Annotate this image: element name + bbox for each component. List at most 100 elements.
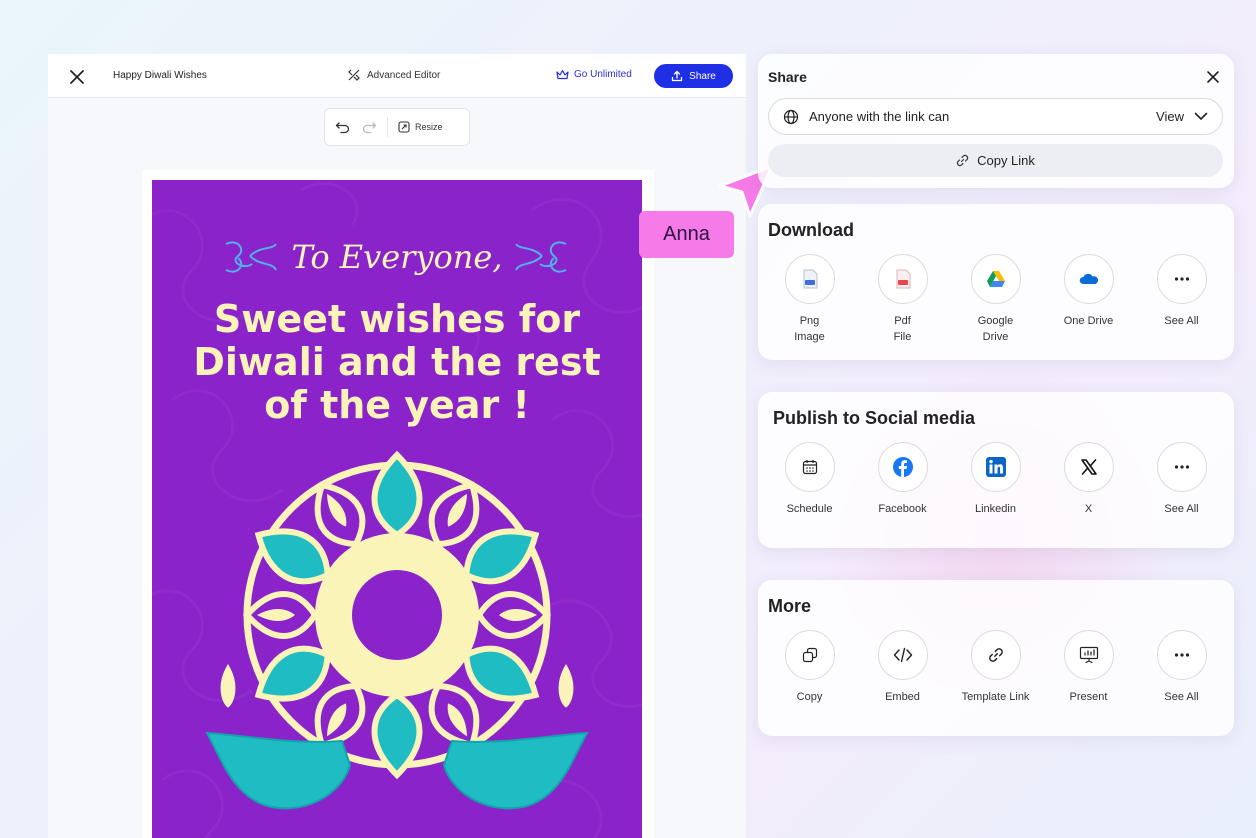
share-button-label: Share xyxy=(689,70,716,82)
social-option-label: Facebook xyxy=(878,503,927,515)
onedrive-icon xyxy=(1079,273,1098,284)
png-file-icon xyxy=(803,269,817,289)
download-option-label: Google Drive xyxy=(977,315,1014,343)
calendar-icon xyxy=(802,460,817,475)
more-circle xyxy=(1156,442,1207,492)
download-panel: Download Png Image Pdf File Google Drive… xyxy=(758,204,1234,360)
more-option-label: Present xyxy=(1069,691,1108,703)
share-button[interactable]: Share xyxy=(654,64,733,88)
more-title: More xyxy=(768,596,812,616)
social-see-all-option[interactable]: See All xyxy=(1135,442,1228,517)
resize-button[interactable]: Resize xyxy=(398,121,443,133)
upload-icon xyxy=(672,70,683,82)
tools-icon xyxy=(348,69,360,81)
social-option-label: Schedule xyxy=(786,503,833,515)
toolbar-divider xyxy=(387,117,388,137)
card-headline: Sweet wishes for Diwali and the rest of … xyxy=(193,297,601,427)
more-icon xyxy=(1174,465,1189,469)
copy-link-label: Copy Link xyxy=(977,153,1035,168)
undo-icon[interactable] xyxy=(335,120,351,134)
canvas-toolbar: Resize xyxy=(324,108,470,146)
chevron-down-icon xyxy=(1194,112,1208,121)
download-google-drive-option[interactable]: Google Drive xyxy=(949,254,1042,345)
more-circle xyxy=(1156,630,1207,680)
facebook-circle xyxy=(877,442,928,492)
download-options: Png Image Pdf File Google Drive One Driv… xyxy=(763,254,1228,345)
more-option-label: Template Link xyxy=(961,691,1030,703)
template-link-circle xyxy=(970,630,1021,680)
embed-circle xyxy=(877,630,928,680)
social-options: Schedule Facebook Linkedin X See All xyxy=(763,442,1228,517)
download-see-all-option[interactable]: See All xyxy=(1135,254,1228,345)
copy-link-button[interactable]: Copy Link xyxy=(768,144,1223,177)
more-option-label: Embed xyxy=(885,691,920,703)
x-icon xyxy=(1080,459,1097,475)
advanced-editor-label: Advanced Editor xyxy=(367,69,441,81)
facebook-option[interactable]: Facebook xyxy=(856,442,949,517)
template-link-option[interactable]: Template Link xyxy=(949,630,1042,705)
advanced-editor-button[interactable]: Advanced Editor xyxy=(347,68,440,82)
more-see-all-option[interactable]: See All xyxy=(1135,630,1228,705)
share-panel: Share Anyone with the link can View Copy… xyxy=(758,54,1234,188)
close-icon[interactable] xyxy=(68,68,86,86)
x-option[interactable]: X xyxy=(1042,442,1135,517)
linkedin-option[interactable]: Linkedin xyxy=(949,442,1042,517)
redo-icon[interactable] xyxy=(361,120,377,134)
download-png-option[interactable]: Png Image xyxy=(763,254,856,345)
linkedin-icon xyxy=(985,457,1006,477)
more-icon xyxy=(1174,653,1189,657)
diwali-card[interactable]: To Everyone, Sweet wishes for Diwali and… xyxy=(152,180,642,838)
globe-icon xyxy=(783,109,799,124)
resize-label: Resize xyxy=(415,122,443,132)
link-access-dropdown[interactable]: Anyone with the link can View xyxy=(768,98,1223,135)
google-drive-icon xyxy=(986,271,1005,287)
go-unlimited-button[interactable]: Go Unlimited xyxy=(556,69,632,80)
crown-icon xyxy=(556,69,569,80)
go-unlimited-label: Go Unlimited xyxy=(574,69,632,80)
copy-circle xyxy=(784,630,835,680)
onedrive-circle xyxy=(1063,254,1114,304)
close-icon[interactable] xyxy=(1206,70,1220,84)
social-option-label: X xyxy=(1084,503,1093,515)
link-icon xyxy=(988,648,1003,662)
link-access-value: View xyxy=(1156,109,1184,124)
embed-option[interactable]: Embed xyxy=(856,630,949,705)
present-option[interactable]: Present xyxy=(1042,630,1135,705)
social-panel: Publish to Social media Schedule Faceboo… xyxy=(758,392,1234,548)
copy-option[interactable]: Copy xyxy=(763,630,856,705)
x-circle xyxy=(1063,442,1114,492)
present-circle xyxy=(1063,630,1114,680)
more-option-label: See All xyxy=(1164,691,1199,703)
download-option-label: Png Image xyxy=(794,315,825,343)
download-option-label: Pdf File xyxy=(893,315,912,343)
more-options: Copy Embed Template Link Present See All xyxy=(763,630,1228,705)
share-panel-title: Share xyxy=(768,69,807,85)
more-panel: More Copy Embed Template Link Present Se… xyxy=(758,580,1234,736)
social-option-label: See All xyxy=(1164,503,1199,515)
copy-icon xyxy=(802,647,817,663)
download-title: Download xyxy=(768,220,854,240)
download-onedrive-option[interactable]: One Drive xyxy=(1042,254,1135,345)
editor-topbar: Happy Diwali Wishes Advanced Editor Go U… xyxy=(48,54,746,98)
resize-icon xyxy=(398,121,410,133)
png-circle xyxy=(784,254,835,304)
link-icon xyxy=(957,154,969,167)
schedule-option[interactable]: Schedule xyxy=(763,442,856,517)
document-title[interactable]: Happy Diwali Wishes xyxy=(113,70,207,81)
link-access-label: Anyone with the link can xyxy=(809,109,950,124)
download-pdf-option[interactable]: Pdf File xyxy=(856,254,949,345)
present-icon xyxy=(1079,646,1098,664)
collaborator-name-tag: Anna xyxy=(639,211,734,258)
download-option-label: One Drive xyxy=(1063,315,1114,327)
code-icon xyxy=(893,647,912,663)
more-circle xyxy=(1156,254,1207,304)
social-title: Publish to Social media xyxy=(773,408,976,428)
mandala-illustration xyxy=(205,450,589,810)
pdf-file-icon xyxy=(896,269,910,289)
facebook-icon xyxy=(892,457,913,477)
google-drive-circle xyxy=(970,254,1021,304)
schedule-circle xyxy=(784,442,835,492)
card-greeting: To Everyone, xyxy=(291,238,503,276)
more-icon xyxy=(1174,277,1189,281)
more-option-label: Copy xyxy=(796,691,823,703)
